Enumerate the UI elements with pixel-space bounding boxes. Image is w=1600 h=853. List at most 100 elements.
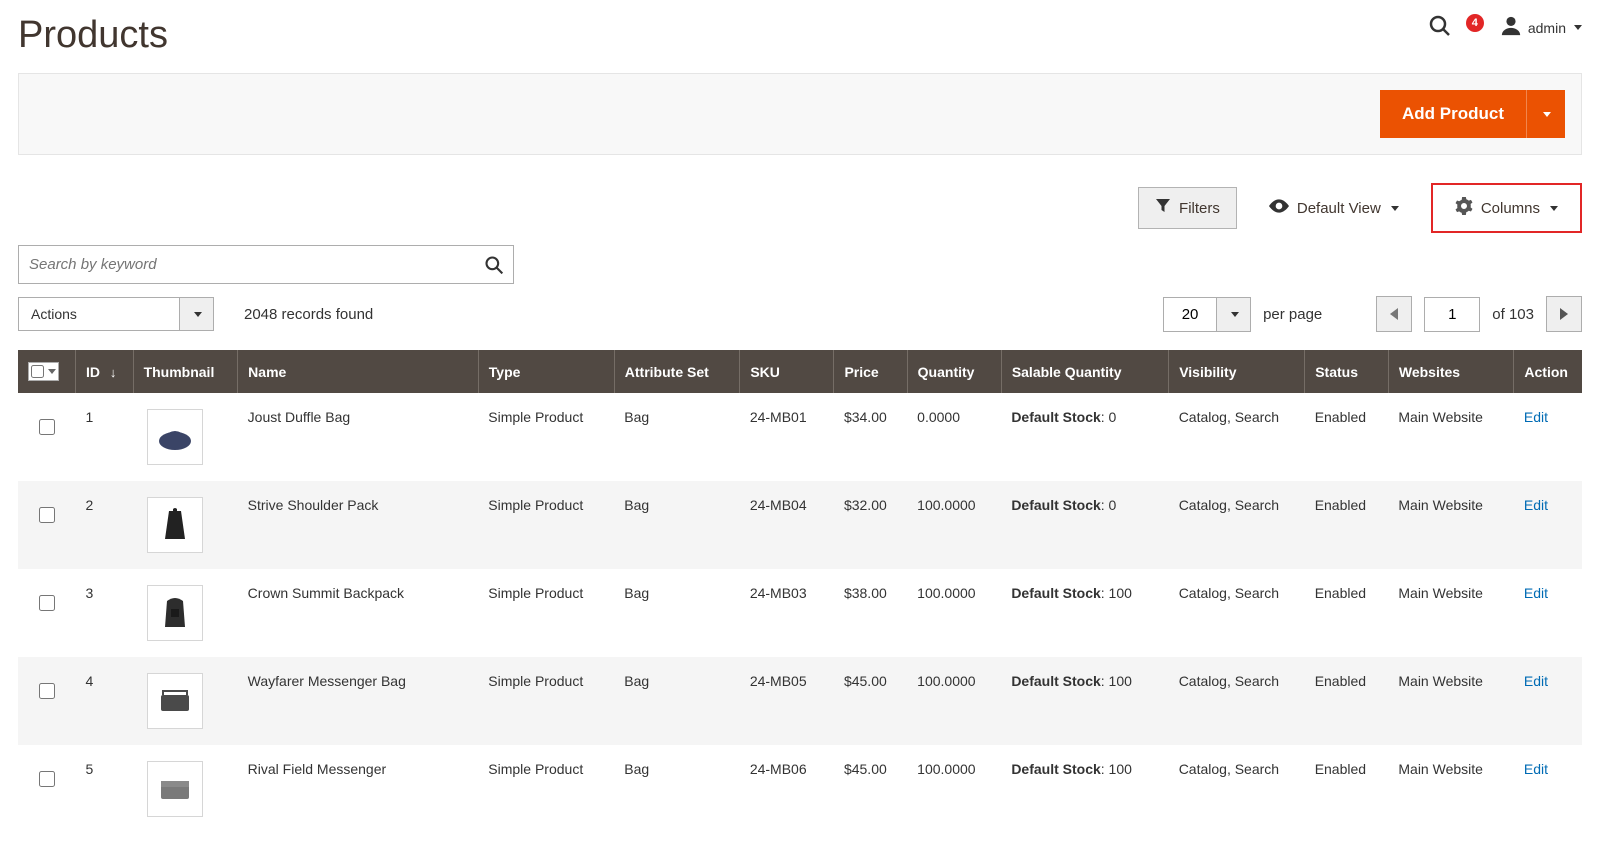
col-header-type[interactable]: Type: [478, 350, 614, 393]
search-icon[interactable]: [1428, 14, 1452, 41]
user-name: admin: [1528, 20, 1566, 36]
cell-visibility: Catalog, Search: [1169, 657, 1305, 745]
chevron-left-icon: [1390, 308, 1398, 320]
add-product-button[interactable]: Add Product: [1380, 90, 1565, 138]
add-product-label[interactable]: Add Product: [1380, 90, 1526, 138]
chevron-down-icon: [1543, 112, 1551, 117]
cell-type: Simple Product: [478, 393, 614, 481]
cell-attribute-set: Bag: [614, 569, 740, 657]
cell-name: Wayfarer Messenger Bag: [238, 657, 479, 745]
thumbnail-image: [147, 585, 203, 641]
cell-quantity: 100.0000: [907, 569, 1001, 657]
per-page-input[interactable]: [1164, 298, 1216, 331]
cell-quantity: 0.0000: [907, 393, 1001, 481]
cell-type: Simple Product: [478, 745, 614, 833]
per-page-select[interactable]: [1163, 297, 1251, 332]
thumbnail-image: [147, 409, 203, 465]
cell-action: Edit: [1514, 393, 1582, 481]
actions-dropdown-toggle[interactable]: [179, 298, 213, 330]
col-header-id[interactable]: ID ↓: [76, 350, 134, 393]
edit-link[interactable]: Edit: [1524, 761, 1548, 777]
cell-name: Crown Summit Backpack: [238, 569, 479, 657]
cell-id: 3: [76, 569, 134, 657]
cell-id: 2: [76, 481, 134, 569]
cell-name: Rival Field Messenger: [238, 745, 479, 833]
cell-websites: Main Website: [1388, 481, 1514, 569]
table-row[interactable]: 2 Strive Shoulder Pack Simple Product Ba…: [18, 481, 1582, 569]
add-product-dropdown-toggle[interactable]: [1526, 90, 1565, 138]
thumbnail-image: [147, 497, 203, 553]
cell-price: $45.00: [834, 745, 907, 833]
select-all-checkbox[interactable]: [31, 365, 44, 378]
row-checkbox[interactable]: [39, 595, 55, 611]
cell-salable-quantity: Default Stock: 100: [1001, 569, 1168, 657]
page-title: Products: [18, 14, 168, 57]
col-header-visibility[interactable]: Visibility: [1169, 350, 1305, 393]
cell-name: Joust Duffle Bag: [238, 393, 479, 481]
chevron-down-icon: [1574, 25, 1582, 30]
col-header-quantity[interactable]: Quantity: [907, 350, 1001, 393]
cell-attribute-set: Bag: [614, 657, 740, 745]
cell-price: $34.00: [834, 393, 907, 481]
thumbnail-image: [147, 673, 203, 729]
col-header-websites[interactable]: Websites: [1388, 350, 1514, 393]
action-bar: Add Product: [18, 73, 1582, 155]
edit-link[interactable]: Edit: [1524, 585, 1548, 601]
col-header-sku[interactable]: SKU: [740, 350, 834, 393]
page-number-input[interactable]: [1424, 297, 1480, 332]
col-header-attribute-set[interactable]: Attribute Set: [614, 350, 740, 393]
edit-link[interactable]: Edit: [1524, 409, 1548, 425]
table-row[interactable]: 1 Joust Duffle Bag Simple Product Bag 24…: [18, 393, 1582, 481]
edit-link[interactable]: Edit: [1524, 497, 1548, 513]
cell-quantity: 100.0000: [907, 745, 1001, 833]
col-header-status[interactable]: Status: [1305, 350, 1389, 393]
col-header-salable-quantity[interactable]: Salable Quantity: [1001, 350, 1168, 393]
records-found: 2048 records found: [244, 306, 373, 323]
page-header: Products 4 admin: [18, 0, 1582, 67]
sort-down-icon: ↓: [110, 365, 117, 380]
columns-button[interactable]: Columns: [1431, 183, 1582, 233]
col-header-name[interactable]: Name: [238, 350, 479, 393]
col-header-checkbox[interactable]: [18, 350, 76, 393]
cell-thumbnail: [133, 569, 238, 657]
table-row[interactable]: 3 Crown Summit Backpack Simple Product B…: [18, 569, 1582, 657]
table-row[interactable]: 5 Rival Field Messenger Simple Product B…: [18, 745, 1582, 833]
table-row[interactable]: 4 Wayfarer Messenger Bag Simple Product …: [18, 657, 1582, 745]
chevron-down-icon: [1391, 206, 1399, 211]
cell-thumbnail: [133, 745, 238, 833]
cell-sku: 24-MB05: [740, 657, 834, 745]
user-menu[interactable]: admin: [1500, 15, 1582, 40]
cell-id: 4: [76, 657, 134, 745]
cell-attribute-set: Bag: [614, 745, 740, 833]
user-icon: [1500, 15, 1522, 40]
cell-sku: 24-MB01: [740, 393, 834, 481]
per-page-dropdown-toggle[interactable]: [1216, 298, 1250, 331]
filters-button[interactable]: Filters: [1138, 187, 1237, 229]
cell-status: Enabled: [1305, 569, 1389, 657]
cell-status: Enabled: [1305, 393, 1389, 481]
cell-websites: Main Website: [1388, 657, 1514, 745]
row-checkbox[interactable]: [39, 771, 55, 787]
cell-name: Strive Shoulder Pack: [238, 481, 479, 569]
col-header-action[interactable]: Action: [1514, 350, 1582, 393]
cell-action: Edit: [1514, 481, 1582, 569]
cell-salable-quantity: Default Stock: 0: [1001, 481, 1168, 569]
cell-attribute-set: Bag: [614, 481, 740, 569]
next-page-button[interactable]: [1546, 296, 1582, 332]
cell-price: $45.00: [834, 657, 907, 745]
default-view-button[interactable]: Default View: [1253, 188, 1415, 228]
cell-salable-quantity: Default Stock: 0: [1001, 393, 1168, 481]
edit-link[interactable]: Edit: [1524, 673, 1548, 689]
page-count-label: of 103: [1492, 306, 1534, 323]
prev-page-button[interactable]: [1376, 296, 1412, 332]
search-submit-button[interactable]: [480, 251, 508, 282]
col-header-thumbnail[interactable]: Thumbnail: [133, 350, 238, 393]
col-header-price[interactable]: Price: [834, 350, 907, 393]
row-checkbox[interactable]: [39, 683, 55, 699]
row-checkbox[interactable]: [39, 419, 55, 435]
cell-sku: 24-MB03: [740, 569, 834, 657]
row-checkbox[interactable]: [39, 507, 55, 523]
actions-select[interactable]: Actions: [18, 297, 214, 331]
search-input[interactable]: [18, 245, 514, 284]
cell-websites: Main Website: [1388, 569, 1514, 657]
